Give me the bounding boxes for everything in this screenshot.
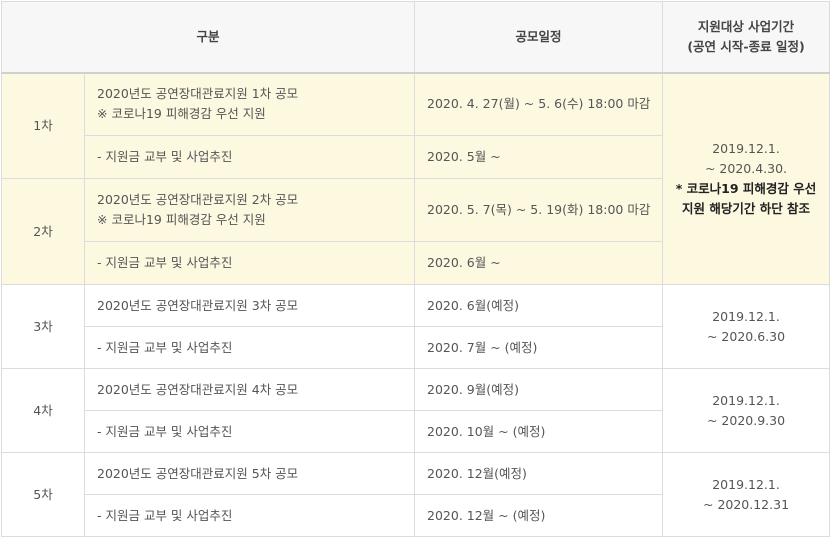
schedule-table: 구분 공모일정 지원대상 사업기간 (공연 시작-종료 일정) 1차 2020년… <box>0 1 830 537</box>
announce-date: 2020. 4. 27(월) ~ 5. 6(수) 18:00 마감 <box>414 72 664 136</box>
grant-text: - 지원금 교부 및 사업추진 <box>83 410 416 453</box>
period-end: ~ 2020.12.31 <box>703 496 790 512</box>
announce-cell: 2020년도 공연장대관료지원 2차 공모 ※ 코로나19 피해경감 우선 지원 <box>83 178 416 242</box>
grant-date: 2020. 12월 ~ (예정) <box>414 494 664 537</box>
announce-title: 2020년도 공연장대관료지원 1차 공모 <box>97 86 299 102</box>
period-end: ~ 2020.4.30. <box>704 160 788 176</box>
announce-date: 2020. 9월(예정) <box>414 368 664 411</box>
announce-date: 2020. 6월(예정) <box>414 284 664 327</box>
grant-text: - 지원금 교부 및 사업추진 <box>83 135 416 179</box>
period-cell-1-2: 2019.12.1. ~ 2020.4.30. * 코로나19 피해경감 우선 … <box>662 72 830 285</box>
grant-text: - 지원금 교부 및 사업추진 <box>83 494 416 537</box>
grant-date: 2020. 7월 ~ (예정) <box>414 326 664 369</box>
table-row: 3차 2020년도 공연장대관료지원 3차 공모 2020. 6월(예정) 20… <box>1 284 830 369</box>
table-row: 1차 2020년도 공연장대관료지원 1차 공모 ※ 코로나19 피해경감 우선… <box>1 72 830 285</box>
period-note-line1: * 코로나19 피해경감 우선 <box>675 180 817 196</box>
grant-date: 2020. 6월 ~ <box>414 241 664 285</box>
period-note-line2: 지원 해당기간 하단 참조 <box>681 200 811 216</box>
period-cell-4: 2019.12.1. ~ 2020.9.30 <box>662 368 830 453</box>
header-period: 지원대상 사업기간 (공연 시작-종료 일정) <box>662 1 830 74</box>
round-label: 1차 <box>1 72 85 179</box>
period-cell-3: 2019.12.1. ~ 2020.6.30 <box>662 284 830 369</box>
round-label: 2차 <box>1 178 85 285</box>
round-label: 4차 <box>1 368 85 453</box>
table-row: 5차 2020년도 공연장대관료지원 5차 공모 2020. 12월(예정) 2… <box>1 452 830 537</box>
period-cell-5: 2019.12.1. ~ 2020.12.31 <box>662 452 830 537</box>
announce-date: 2020. 5. 7(목) ~ 5. 19(화) 18:00 마감 <box>414 178 664 242</box>
period-end: ~ 2020.6.30 <box>706 328 786 344</box>
grant-text: - 지원금 교부 및 사업추진 <box>83 241 416 285</box>
announce-title: 2020년도 공연장대관료지원 3차 공모 <box>83 284 416 327</box>
grant-date: 2020. 10월 ~ (예정) <box>414 410 664 453</box>
announce-title: 2020년도 공연장대관료지원 5차 공모 <box>83 452 416 495</box>
announce-cell: 2020년도 공연장대관료지원 1차 공모 ※ 코로나19 피해경감 우선 지원 <box>83 72 416 136</box>
announce-date: 2020. 12월(예정) <box>414 452 664 495</box>
period-start: 2019.12.1. <box>712 140 780 156</box>
period-start: 2019.12.1. <box>712 392 780 408</box>
header-schedule: 공모일정 <box>414 1 664 74</box>
announce-title: 2020년도 공연장대관료지원 2차 공모 <box>97 192 299 207</box>
period-end: ~ 2020.9.30 <box>706 412 786 428</box>
table-header-row: 구분 공모일정 지원대상 사업기간 (공연 시작-종료 일정) <box>0 1 830 74</box>
announce-note: ※ 코로나19 피해경감 우선 지원 <box>97 106 266 122</box>
period-start: 2019.12.1. <box>712 308 780 324</box>
header-category: 구분 <box>0 1 416 74</box>
grant-date: 2020. 5월 ~ <box>414 135 664 179</box>
announce-note: ※ 코로나19 피해경감 우선 지원 <box>97 212 266 227</box>
announce-title: 2020년도 공연장대관료지원 4차 공모 <box>83 368 416 411</box>
round-label: 5차 <box>1 452 85 537</box>
period-start: 2019.12.1. <box>712 476 780 492</box>
table-row: 4차 2020년도 공연장대관료지원 4차 공모 2020. 9월(예정) 20… <box>1 368 830 453</box>
grant-text: - 지원금 교부 및 사업추진 <box>83 326 416 369</box>
header-period-line1: 지원대상 사업기간 <box>697 18 795 34</box>
header-period-line2: (공연 시작-종료 일정) <box>687 38 805 54</box>
round-label: 3차 <box>1 284 85 369</box>
